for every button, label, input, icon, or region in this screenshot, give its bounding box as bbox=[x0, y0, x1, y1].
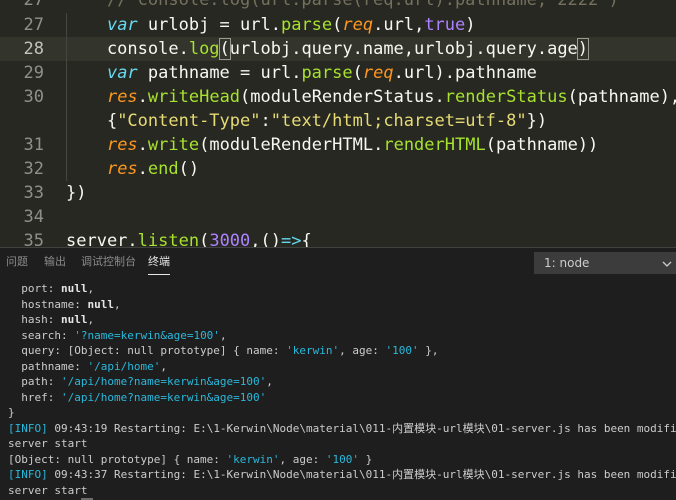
terminal-output[interactable]: port: null, hostname: null, hash: null, … bbox=[0, 281, 676, 500]
terminal-line: server start bbox=[8, 483, 88, 497]
code-line[interactable]: 33 }) bbox=[0, 181, 676, 205]
code-line[interactable]: 27 var urlobj = url.parse(req.url,true) bbox=[0, 13, 676, 37]
bottom-panel: 问题 输出 调试控制台 终端 1: node port: null, hostn… bbox=[0, 247, 676, 500]
line-number: 32 bbox=[23, 159, 44, 179]
terminal-line: search: '?name=kerwin&age=100', bbox=[8, 328, 227, 342]
panel-header: 问题 输出 调试控制台 终端 1: node bbox=[0, 248, 676, 278]
code-line[interactable]: 27 // console.log(url.parse(req.url).pat… bbox=[0, 0, 676, 12]
terminal-select-value: 1: node bbox=[544, 256, 590, 270]
line-number: 31 bbox=[23, 135, 44, 155]
code-text[interactable]: res.writeHead(moduleRenderStatus.renderS… bbox=[66, 85, 676, 109]
line-number: 35 bbox=[23, 231, 44, 247]
code-text[interactable]: var urlobj = url.parse(req.url,true) bbox=[66, 13, 476, 37]
line-number: 29 bbox=[23, 63, 44, 83]
terminal-select[interactable]: 1: node bbox=[534, 252, 676, 274]
tab-output[interactable]: 输出 bbox=[44, 255, 66, 269]
code-line-active[interactable]: 28 console.log(urlobj.query.name,urlobj.… bbox=[0, 37, 676, 61]
line-number: 28 bbox=[23, 39, 44, 59]
code-text[interactable]: res.write(moduleRenderHTML.renderHTML(pa… bbox=[66, 133, 598, 157]
code-editor[interactable]: 27 // console.log(url.parse(req.url).pat… bbox=[0, 0, 676, 247]
code-text[interactable]: // console.log(url.parse(req.url).pathna… bbox=[66, 0, 619, 12]
code-text[interactable]: res.end() bbox=[66, 157, 199, 181]
code-line[interactable]: 31 res.write(moduleRenderHTML.renderHTML… bbox=[0, 133, 676, 157]
code-text[interactable]: var pathname = url.parse(req.url).pathna… bbox=[66, 61, 537, 85]
tab-problems[interactable]: 问题 bbox=[6, 255, 28, 269]
terminal-line: hash: null, bbox=[8, 313, 95, 326]
line-number: 34 bbox=[23, 207, 44, 227]
chevron-down-icon bbox=[662, 261, 672, 267]
line-number: 27 bbox=[23, 0, 44, 10]
terminal-line: pathname: '/api/home', bbox=[8, 359, 167, 373]
code-text[interactable]: server.listen(3000,()=>{ bbox=[66, 229, 312, 247]
terminal-line: port: null, bbox=[8, 282, 95, 295]
terminal-line: server start bbox=[8, 437, 88, 450]
tab-debug-console[interactable]: 调试控制台 bbox=[81, 255, 136, 269]
line-number: 33 bbox=[23, 183, 44, 203]
terminal-line: [INFO] 09:43:19 Restarting: E:\1-Kerwin\… bbox=[8, 421, 676, 435]
line-number: 27 bbox=[23, 15, 44, 35]
code-text[interactable]: {"Content-Type":"text/html;charset=utf-8… bbox=[66, 109, 547, 133]
terminal-line: href: '/api/home?name=kerwin&age=100' bbox=[8, 390, 267, 404]
code-text[interactable]: }) bbox=[66, 181, 86, 205]
terminal-line: path: '/api/home?name=kerwin&age=100', bbox=[8, 375, 273, 388]
code-text[interactable]: console.log(urlobj.query.name,urlobj.que… bbox=[66, 37, 590, 61]
code-line[interactable]: 29 var pathname = url.parse(req.url).pat… bbox=[0, 61, 676, 85]
terminal-line: [Object: null prototype] { name: 'kerwin… bbox=[8, 452, 373, 466]
code-line[interactable]: 32 res.end() bbox=[0, 157, 676, 181]
code-line[interactable]: 35 server.listen(3000,()=>{ bbox=[0, 229, 676, 247]
code-line[interactable]: {"Content-Type":"text/html;charset=utf-8… bbox=[0, 109, 676, 133]
terminal-line: hostname: null, bbox=[8, 297, 121, 311]
terminal-line: query: [Object: null prototype] { name: … bbox=[8, 344, 439, 357]
code-line[interactable]: 34 bbox=[0, 205, 676, 229]
tab-terminal[interactable]: 终端 bbox=[148, 255, 170, 275]
code-line[interactable]: 30 res.writeHead(moduleRenderStatus.rend… bbox=[0, 85, 676, 109]
line-number: 30 bbox=[23, 87, 44, 107]
terminal-line: [INFO] 09:43:37 Restarting: E:\1-Kerwin\… bbox=[8, 468, 676, 481]
terminal-line: } bbox=[8, 406, 15, 419]
